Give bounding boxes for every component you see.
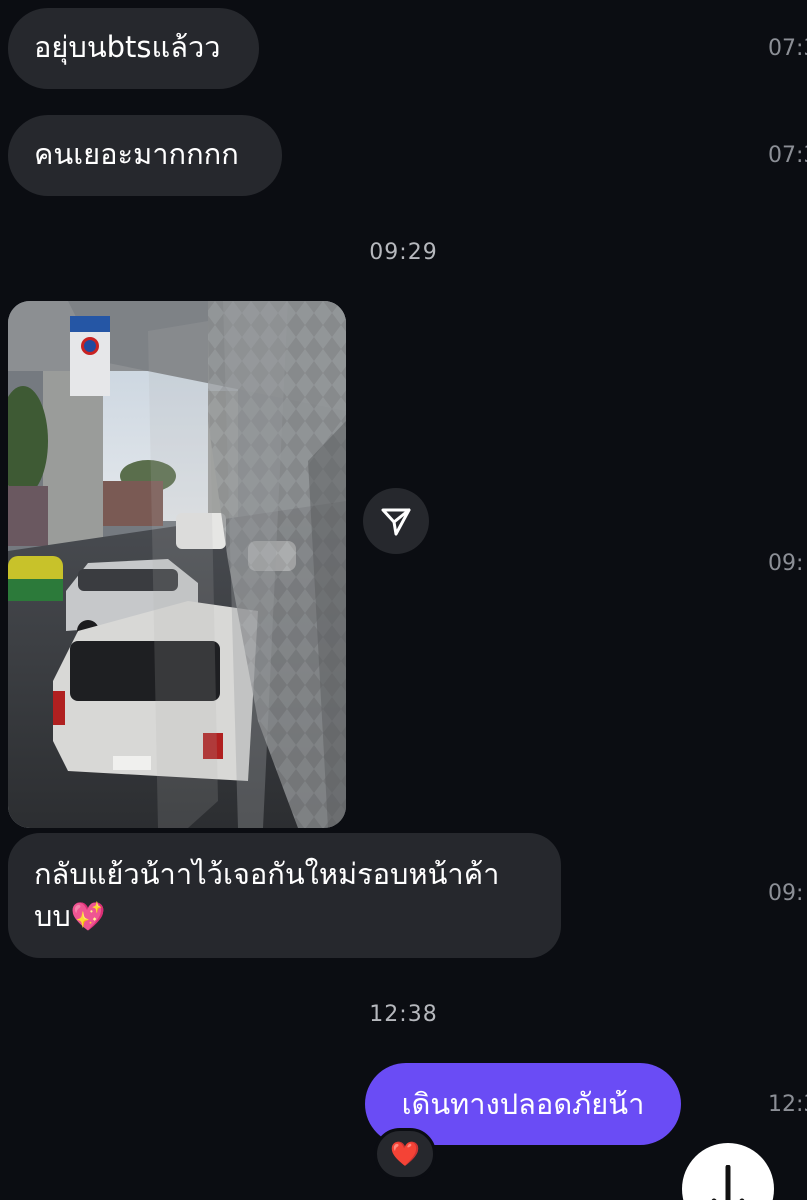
- received-message-bubble[interactable]: คนเยอะมากกกก: [8, 115, 282, 196]
- share-send-icon: [381, 508, 411, 536]
- message-timestamp: 12:3: [768, 1092, 807, 1117]
- message-timestamp: 09:: [768, 551, 804, 576]
- sparkling-heart-emoji: 💖: [70, 900, 106, 933]
- heart-reaction-emoji: ❤️: [390, 1140, 420, 1168]
- scroll-to-bottom-button[interactable]: [682, 1143, 774, 1200]
- received-message-bubble[interactable]: กลับแย้วน้าาไว้เจอกันใหม่รอบหน้าค้า บบ💖: [8, 833, 561, 958]
- message-timestamp: 09:: [768, 881, 804, 906]
- message-text: คนเยอะมากกกก: [34, 137, 239, 171]
- share-button[interactable]: [363, 488, 429, 554]
- arrow-down-icon: [711, 1165, 745, 1200]
- photo-message[interactable]: [8, 301, 346, 828]
- message-text: อยุ่บนbtsแล้วว: [34, 30, 221, 64]
- reaction-badge[interactable]: ❤️: [374, 1128, 436, 1180]
- date-separator: 12:38: [369, 1002, 438, 1027]
- message-text-line: บบ💖: [34, 895, 535, 938]
- chat-thread: อยุ่บนbtsแล้วว 07:3 คนเยอะมากกกก 07:3 09…: [0, 0, 807, 1200]
- photo-image: [8, 301, 346, 828]
- message-text: เดินทางปลอดภัยน้า: [401, 1087, 645, 1121]
- message-text-line: กลับแย้วน้าาไว้เจอกันใหม่รอบหน้าค้า: [34, 857, 500, 891]
- message-timestamp: 07:3: [768, 143, 807, 168]
- message-text: บบ: [34, 899, 71, 933]
- date-separator: 09:29: [369, 240, 438, 265]
- message-timestamp: 07:3: [768, 36, 807, 61]
- received-message-bubble[interactable]: อยุ่บนbtsแล้วว: [8, 8, 259, 89]
